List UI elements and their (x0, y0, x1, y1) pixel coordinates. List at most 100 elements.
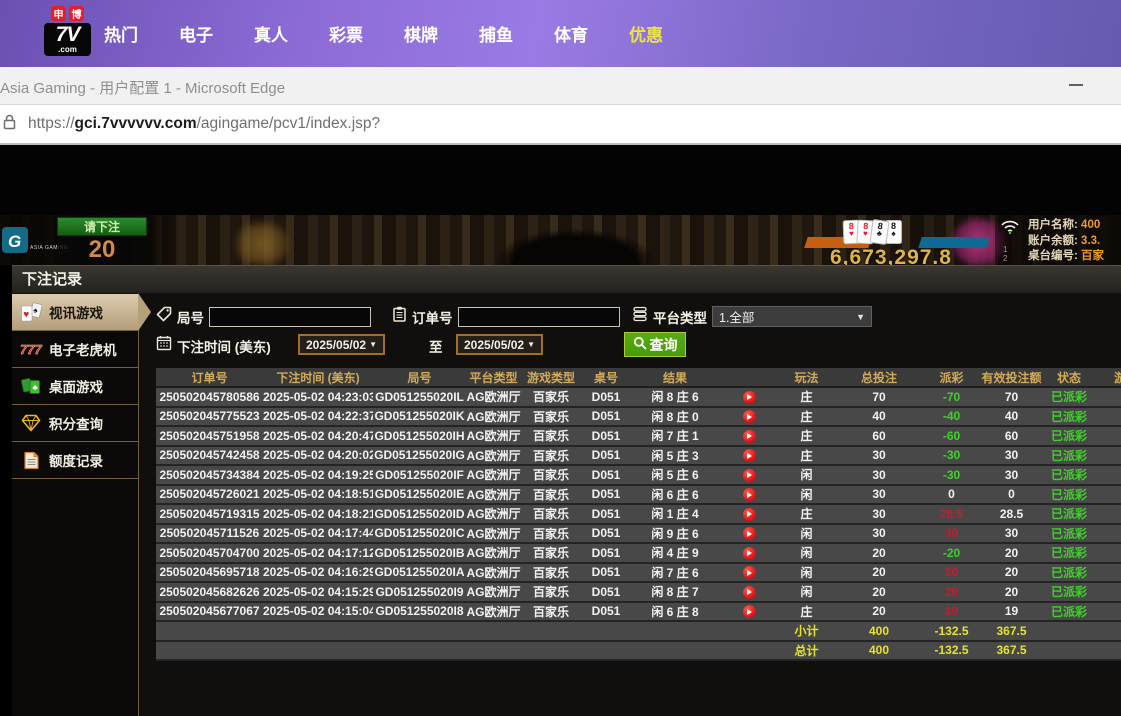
order-number-input[interactable] (458, 307, 620, 327)
cell-valid-bet: 20 (979, 543, 1044, 563)
bet-records-table: 订单号下注时间 (美东)局号平台类型游戏类型桌号结果玩法总投注派彩有效投注额状态… (156, 368, 1121, 661)
summary-label: 总计 (779, 641, 834, 661)
replay-play-button[interactable] (743, 391, 756, 404)
replay-play-button[interactable] (743, 566, 756, 579)
account-info: 用户名称: 400账户余额: 3.3.桌台编号: 百家 (1028, 218, 1104, 265)
cell-status: 已派彩 (1044, 582, 1094, 602)
cell-bet-time: 2025-05-02 04:18:21 (263, 504, 373, 524)
cell-replay (719, 407, 779, 427)
nav-item[interactable]: 真人 (254, 21, 288, 46)
summary-payout: -132.5 (924, 621, 979, 641)
date-to-picker[interactable]: 2025/05/02 ▼ (456, 334, 543, 355)
cell-platform: AG欧洲厅 (466, 543, 521, 563)
sidebar-item-points[interactable]: 积分查询 (12, 405, 138, 442)
date-from-value: 2025/05/02 (306, 338, 366, 352)
replay-play-button[interactable] (743, 605, 756, 618)
cell-game-type: 百家乐 (521, 485, 581, 505)
cell-replay (719, 602, 779, 622)
cell-replay (719, 446, 779, 466)
browser-urlbar[interactable]: https://gci.7vvvvvv.com/agingame/pcv1/in… (0, 105, 1121, 145)
column-header: 派彩 (924, 368, 979, 387)
table-header-row: 订单号下注时间 (美东)局号平台类型游戏类型桌号结果玩法总投注派彩有效投注额状态… (156, 368, 1121, 387)
cell-payout: -70 (924, 387, 979, 407)
replay-play-button[interactable] (743, 527, 756, 540)
cell-platform: AG欧洲厅 (466, 465, 521, 485)
cell-bet-time: 2025-05-02 04:19:25 (263, 465, 373, 485)
account-info-line: 账户余额: 3.3. (1028, 234, 1104, 250)
sidebar-item-quota-records[interactable]: 额度记录 (12, 442, 138, 479)
cell-replay (719, 387, 779, 407)
cell-result: 闲 7 庄 6 (631, 563, 719, 583)
replay-play-button[interactable] (743, 488, 756, 501)
cell-round-id: GD051255020IK (373, 407, 466, 427)
nav-item[interactable]: 电子 (179, 21, 213, 46)
live-game-strip: G ASIA GAMING 请下注 20 8♥8♥8♣8♠ 6,673,297.… (0, 215, 1121, 265)
cell-bet-time: 2025-05-02 04:20:02 (263, 446, 373, 466)
cell-replay (719, 582, 779, 602)
replay-play-button[interactable] (743, 469, 756, 482)
cell-payout: -40 (924, 407, 979, 427)
cell-status: 已派彩 (1044, 426, 1094, 446)
table-row: 250502045775523 2025-05-02 04:22:37 GD05… (156, 407, 1121, 427)
nav-item[interactable]: 彩票 (329, 21, 363, 46)
cell-bet-side: 庄 (779, 602, 834, 622)
sidebar-item-label: 额度记录 (49, 450, 103, 470)
nav-item[interactable]: 优惠 (629, 21, 663, 46)
nav-item[interactable]: 捕鱼 (479, 21, 513, 46)
sidebar-item-live-games[interactable]: ♠♥ 视讯游戏 (12, 294, 138, 331)
minimize-button[interactable] (1069, 84, 1083, 86)
search-button[interactable]: 查询 (624, 332, 686, 357)
suit-icon: ♠ (891, 230, 895, 238)
order-filter-label: 订单号 (412, 307, 453, 327)
cell-replay (719, 426, 779, 446)
nav-item[interactable]: 体育 (554, 21, 588, 46)
round-filter-group: 局号 (156, 306, 371, 327)
menu-index-digits: 12 (1003, 245, 1007, 263)
nav-item[interactable]: 热门 (104, 21, 138, 46)
replay-play-button[interactable] (743, 586, 756, 599)
sidebar-item-slots[interactable]: 777 电子老虎机 (12, 331, 138, 368)
nav-item[interactable]: 棋牌 (404, 21, 438, 46)
cell-table-number: D051 (581, 582, 631, 602)
site-logo[interactable]: 申 博 7V .com (44, 6, 91, 56)
platform-selected-value: 1.全部 (719, 307, 754, 326)
playing-card: 8♣ (869, 219, 889, 245)
date-filter-label: 下注时间 (美东) (177, 336, 271, 356)
cell-table-number: D051 (581, 524, 631, 544)
cell-table-number: D051 (581, 543, 631, 563)
date-from-picker[interactable]: 2025/05/02 ▼ (298, 334, 385, 355)
replay-play-button[interactable] (743, 449, 756, 462)
cell-payout: 20 (924, 563, 979, 583)
cell-platform: AG欧洲厅 (466, 524, 521, 544)
cell-replay (719, 504, 779, 524)
round-number-input[interactable] (209, 307, 371, 327)
sidebar-item-table-games[interactable]: ♣ 桌面游戏 (12, 368, 138, 405)
replay-play-button[interactable] (743, 508, 756, 521)
bet-countdown-box: 请下注 20 (57, 217, 147, 265)
cell-result: 闲 6 庄 6 (631, 485, 719, 505)
cell-order-number: 250502045711526 (156, 524, 263, 544)
address-url[interactable]: https://gci.7vvvvvv.com/agingame/pcv1/in… (28, 115, 380, 133)
cell-replay (719, 465, 779, 485)
url-domain: gci.7vvvvvv.com (75, 115, 197, 132)
replay-play-button[interactable] (743, 547, 756, 560)
table-row: 250502045704700 2025-05-02 04:17:12 GD05… (156, 543, 1121, 563)
cell-order-number: 250502045775523 (156, 407, 263, 427)
cell-bet-side: 闲 (779, 524, 834, 544)
replay-play-button[interactable] (743, 430, 756, 443)
cell-bet-side: 庄 (779, 426, 834, 446)
cell-game-extra (1094, 387, 1121, 407)
summary-spacer (156, 641, 779, 661)
replay-play-button[interactable] (743, 410, 756, 423)
svg-text:♣: ♣ (32, 383, 38, 392)
platform-type-select[interactable]: 1.全部 ▼ (712, 306, 872, 327)
column-header: 总投注 (834, 368, 924, 387)
cell-valid-bet: 0 (979, 485, 1044, 505)
cell-total-bet: 20 (834, 543, 924, 563)
cell-game-extra (1094, 446, 1121, 466)
table-cards-icon: ♣ (19, 376, 43, 396)
bet-records-panel: 下注记录 ♠♥ 视讯游戏 777 电子老虎机 ♣ 桌面游戏 积分查询 (12, 265, 1121, 716)
column-header: 玩法 (779, 368, 834, 387)
cell-game-extra (1094, 407, 1121, 427)
cell-valid-bet: 20 (979, 582, 1044, 602)
